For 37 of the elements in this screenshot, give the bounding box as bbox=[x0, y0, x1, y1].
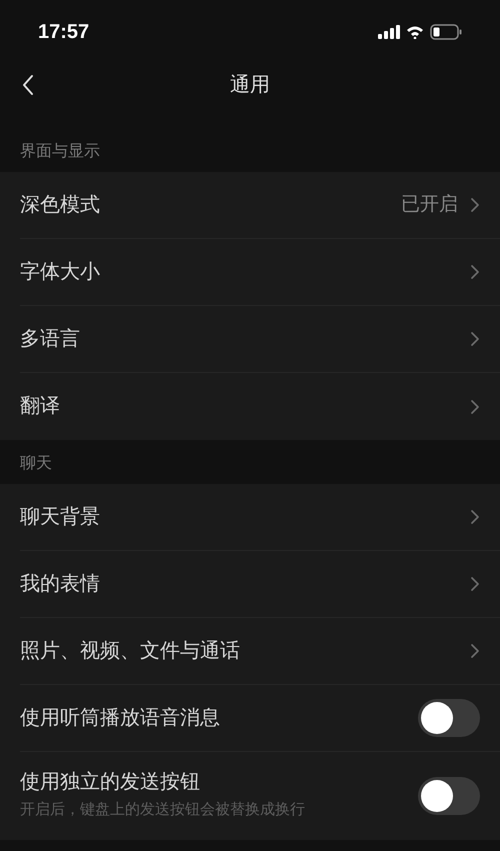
settings-row[interactable]: 多语言 bbox=[20, 306, 500, 373]
row-label: 我的表情 bbox=[20, 572, 101, 596]
settings-row[interactable]: 聊天背景 bbox=[20, 484, 500, 551]
chevron-icon bbox=[470, 398, 480, 414]
back-icon bbox=[22, 74, 34, 96]
row-label: 使用独立的发送按钮 bbox=[20, 770, 201, 796]
chevron-icon bbox=[470, 576, 480, 592]
section-header: 聊天 bbox=[20, 454, 52, 474]
signal-icon bbox=[378, 25, 400, 39]
settings-row[interactable]: 翻译 bbox=[20, 373, 500, 440]
battery-icon bbox=[430, 24, 462, 40]
row-label: 照片、视频、文件与通话 bbox=[20, 638, 241, 664]
row-label: 聊天背景 bbox=[20, 504, 101, 530]
row-label: 字体大小 bbox=[20, 260, 101, 284]
row-value: 已开启 bbox=[401, 192, 458, 217]
settings-row[interactable]: 照片、视频、文件与通话 bbox=[20, 618, 500, 685]
row-label: 使用听筒播放语音消息 bbox=[20, 706, 221, 730]
row-label: 翻译 bbox=[20, 394, 61, 419]
chevron-icon bbox=[470, 643, 480, 659]
chevron-icon bbox=[470, 264, 480, 280]
chevron-icon bbox=[470, 509, 480, 525]
status-time: 17:57 bbox=[38, 20, 90, 45]
wifi-icon bbox=[406, 25, 424, 39]
settings-row[interactable]: 我的表情 bbox=[20, 551, 500, 618]
settings-row[interactable]: 使用听筒播放语音消息 bbox=[20, 685, 500, 752]
section-header: 界面与显示 bbox=[20, 142, 100, 162]
row-description: 开启后，键盘上的发送按钮会被替换成换行 bbox=[20, 800, 306, 820]
page-title: 通用 bbox=[230, 73, 270, 98]
toggle-switch[interactable] bbox=[418, 777, 480, 815]
settings-row[interactable]: 使用独立的发送按钮 开启后，键盘上的发送按钮会被替换成换行 bbox=[20, 752, 500, 840]
toggle-switch[interactable] bbox=[418, 699, 480, 737]
row-label: 多语言 bbox=[20, 326, 81, 352]
row-label: 深色模式 bbox=[20, 192, 101, 218]
chevron-icon bbox=[470, 331, 480, 347]
settings-row[interactable]: 字体大小 bbox=[20, 239, 500, 306]
settings-row[interactable]: 深色模式 已开启 bbox=[20, 172, 500, 239]
chevron-icon bbox=[470, 197, 480, 213]
